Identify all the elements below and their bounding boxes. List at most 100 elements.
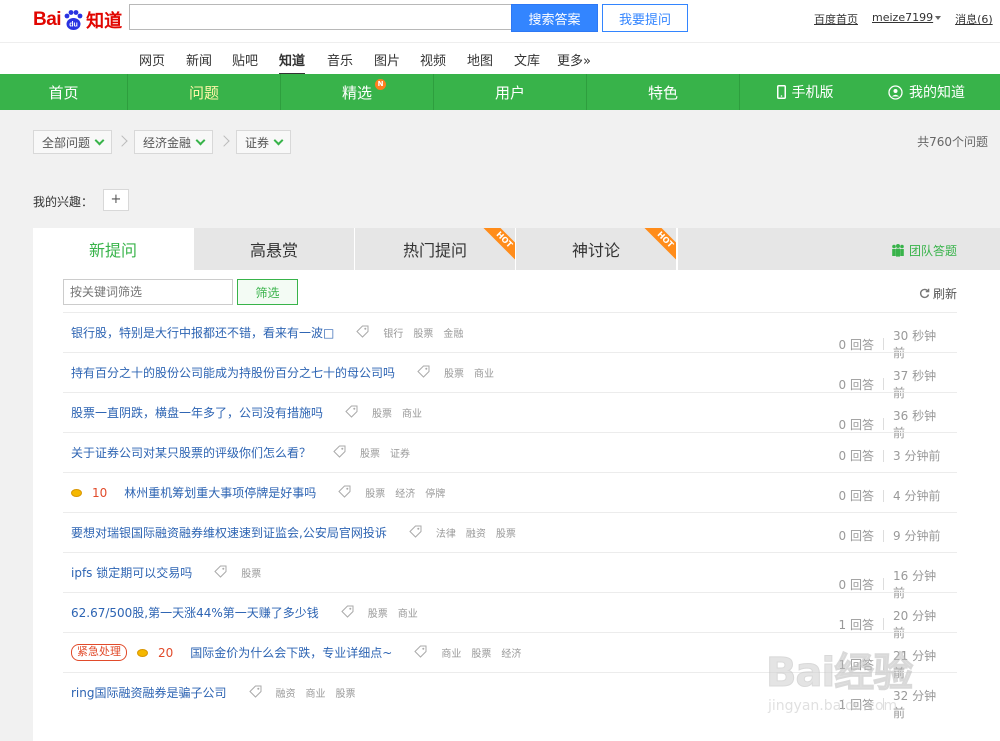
keyword-filter-input[interactable]	[63, 279, 233, 305]
product-nav-more[interactable]: 更多»	[557, 50, 591, 69]
baidu-zhidao-logo[interactable]: Bai du 知道	[33, 6, 122, 34]
question-tag[interactable]: 股票	[365, 485, 385, 500]
tab-great-discussion[interactable]: 神讨论 HOT	[516, 228, 677, 270]
product-nav-news[interactable]: 新闻	[186, 50, 212, 69]
nav-users[interactable]: 用户	[434, 74, 587, 110]
nav-special[interactable]: 特色	[587, 74, 740, 110]
product-nav-wenku[interactable]: 文库	[514, 50, 540, 69]
question-tag[interactable]: 股票	[471, 645, 491, 660]
tag-icon	[345, 405, 362, 421]
question-title-link[interactable]: 62.67/500股,第一天涨44%第一天赚了多少钱	[71, 604, 319, 621]
coin-icon	[137, 648, 148, 657]
tag-icon	[214, 565, 231, 581]
question-tag[interactable]: 金融	[443, 325, 463, 340]
question-tag[interactable]: 融资	[466, 525, 486, 540]
question-tag[interactable]: 商业	[402, 405, 422, 420]
breadcrumb-label: 证券	[245, 135, 270, 150]
username: meize7199	[872, 11, 934, 24]
search-input[interactable]	[129, 4, 511, 30]
question-tag[interactable]: 股票	[444, 365, 464, 380]
team-answer-link[interactable]: 团队答题	[891, 242, 957, 259]
filter-button[interactable]: 筛选	[237, 279, 298, 305]
question-tag[interactable]: 股票	[368, 605, 388, 620]
question-row: 要想对瑞银国际融资融券维权速速到证监会,公安局官网投诉 法律 融资 股票 0 回答 9 分…	[63, 512, 957, 552]
product-nav-images[interactable]: 图片	[374, 50, 400, 69]
logo-text-bai: Bai	[33, 9, 62, 30]
question-row: 紧急处理 20 国际金价为什么会下跌，专业详细点~ 商业 股票 经济 1 回答 21 分钟前	[63, 632, 957, 680]
tab-new-questions[interactable]: 新提问	[33, 228, 194, 270]
question-tag[interactable]: 商业	[398, 605, 418, 620]
meta-divider	[883, 698, 884, 710]
question-title-link[interactable]: ipfs 锁定期可以交易吗	[71, 564, 192, 581]
question-title-link[interactable]: 银行股，特别是大行中报都还不错，看来有一波□	[71, 324, 334, 341]
question-tag[interactable]: 股票	[241, 565, 261, 580]
product-nav-zhidao[interactable]: 知道	[279, 50, 306, 75]
question-tag[interactable]: 股票	[413, 325, 433, 340]
question-title-link[interactable]: 持有百分之十的股份公司能成为持股份百分之七十的母公司吗	[71, 364, 395, 381]
nav-my-zhidao[interactable]: 我的知道	[870, 74, 1000, 110]
question-tags: 银行 股票 金融	[356, 325, 463, 341]
question-tag[interactable]: 停牌	[425, 485, 445, 500]
messages-link[interactable]: 消息(6)	[955, 11, 993, 27]
question-tag[interactable]: 法律	[436, 525, 456, 540]
product-nav-tieba[interactable]: 贴吧	[232, 50, 258, 69]
answer-count: 1 回答	[838, 617, 874, 632]
question-time: 32 分钟前	[893, 689, 937, 720]
answer-count: 1 回答	[838, 697, 874, 712]
baidu-home-link[interactable]: 百度首页	[814, 11, 858, 27]
question-title-link[interactable]: 国际金价为什么会下跌，专业详细点~	[190, 644, 392, 661]
question-title-link[interactable]: 林州重机筹划重大事项停牌是好事吗	[124, 484, 316, 501]
coin-icon	[71, 488, 82, 497]
search-answer-button[interactable]: 搜索答案	[511, 4, 598, 32]
logo-paw-text: du	[69, 22, 78, 29]
question-tag[interactable]: 商业	[474, 365, 494, 380]
nav-home[interactable]: 首页	[0, 74, 128, 110]
question-tag[interactable]: 商业	[441, 645, 461, 660]
product-nav-music[interactable]: 音乐	[327, 50, 353, 69]
user-menu-link[interactable]: meize7199	[872, 11, 942, 27]
nav-mobile[interactable]: 手机版	[740, 74, 870, 110]
breadcrumb-economy-finance[interactable]: 经济金融	[134, 130, 214, 154]
top-links: 百度首页 meize7199 消息(6) 私信	[814, 11, 1000, 27]
question-tag[interactable]: 融资	[276, 685, 296, 700]
answer-count: 0 回答	[838, 489, 874, 503]
question-tag[interactable]: 股票	[496, 525, 516, 540]
add-interest-button[interactable]: +	[103, 189, 129, 211]
question-tag[interactable]: 经济	[395, 485, 415, 500]
tab-high-bounty[interactable]: 高悬赏	[194, 228, 355, 270]
nav-featured[interactable]: 精选 N	[281, 74, 434, 110]
refresh-button[interactable]: 刷新	[919, 285, 957, 302]
question-tag[interactable]: 证券	[390, 445, 410, 460]
tag-icon	[341, 605, 358, 621]
meta-divider	[883, 658, 884, 670]
ask-question-button[interactable]: 我要提问	[602, 4, 688, 32]
tag-icon	[414, 645, 431, 661]
question-tags: 股票 商业	[341, 605, 418, 621]
tab-hot-questions[interactable]: 热门提问 HOT	[355, 228, 516, 270]
question-tag[interactable]: 银行	[383, 325, 403, 340]
question-title-link[interactable]: ring国际融资融券是骗子公司	[71, 684, 227, 701]
question-tag[interactable]: 股票	[360, 445, 380, 460]
product-nav-video[interactable]: 视频	[420, 50, 446, 69]
question-title-link[interactable]: 股票一直阴跌，横盘一年多了，公司没有措施吗	[71, 404, 323, 421]
question-tags: 股票 商业	[417, 365, 494, 381]
nav-questions[interactable]: 问题	[128, 74, 281, 110]
question-title-link[interactable]: 要想对瑞银国际融资融券维权速速到证监会,公安局官网投诉	[71, 524, 387, 541]
chevron-down-icon	[195, 135, 206, 146]
question-tag[interactable]: 经济	[501, 645, 521, 660]
answer-count: 0 回答	[838, 529, 874, 543]
question-tag[interactable]: 商业	[306, 685, 326, 700]
breadcrumb-all-questions[interactable]: 全部问题	[33, 130, 113, 154]
meta-divider	[883, 578, 884, 590]
answer-count: 0 回答	[838, 449, 874, 463]
question-list: 银行股，特别是大行中报都还不错，看来有一波□ 银行 股票 金融 0 回答 30 秒钟前 持有…	[63, 312, 957, 720]
question-tag[interactable]: 股票	[336, 685, 356, 700]
tab-label: 神讨论	[571, 241, 620, 260]
question-tag[interactable]: 股票	[372, 405, 392, 420]
chevron-down-icon	[273, 135, 284, 146]
main-nav: 首页 问题 精选 N 用户 特色 手机版 我的知道	[0, 74, 1000, 110]
product-nav-map[interactable]: 地图	[467, 50, 493, 69]
breadcrumb-securities[interactable]: 证券	[236, 130, 292, 154]
question-title-link[interactable]: 关于证券公司对某只股票的评级你们怎么看？	[71, 444, 311, 461]
product-nav-web[interactable]: 网页	[139, 50, 165, 69]
